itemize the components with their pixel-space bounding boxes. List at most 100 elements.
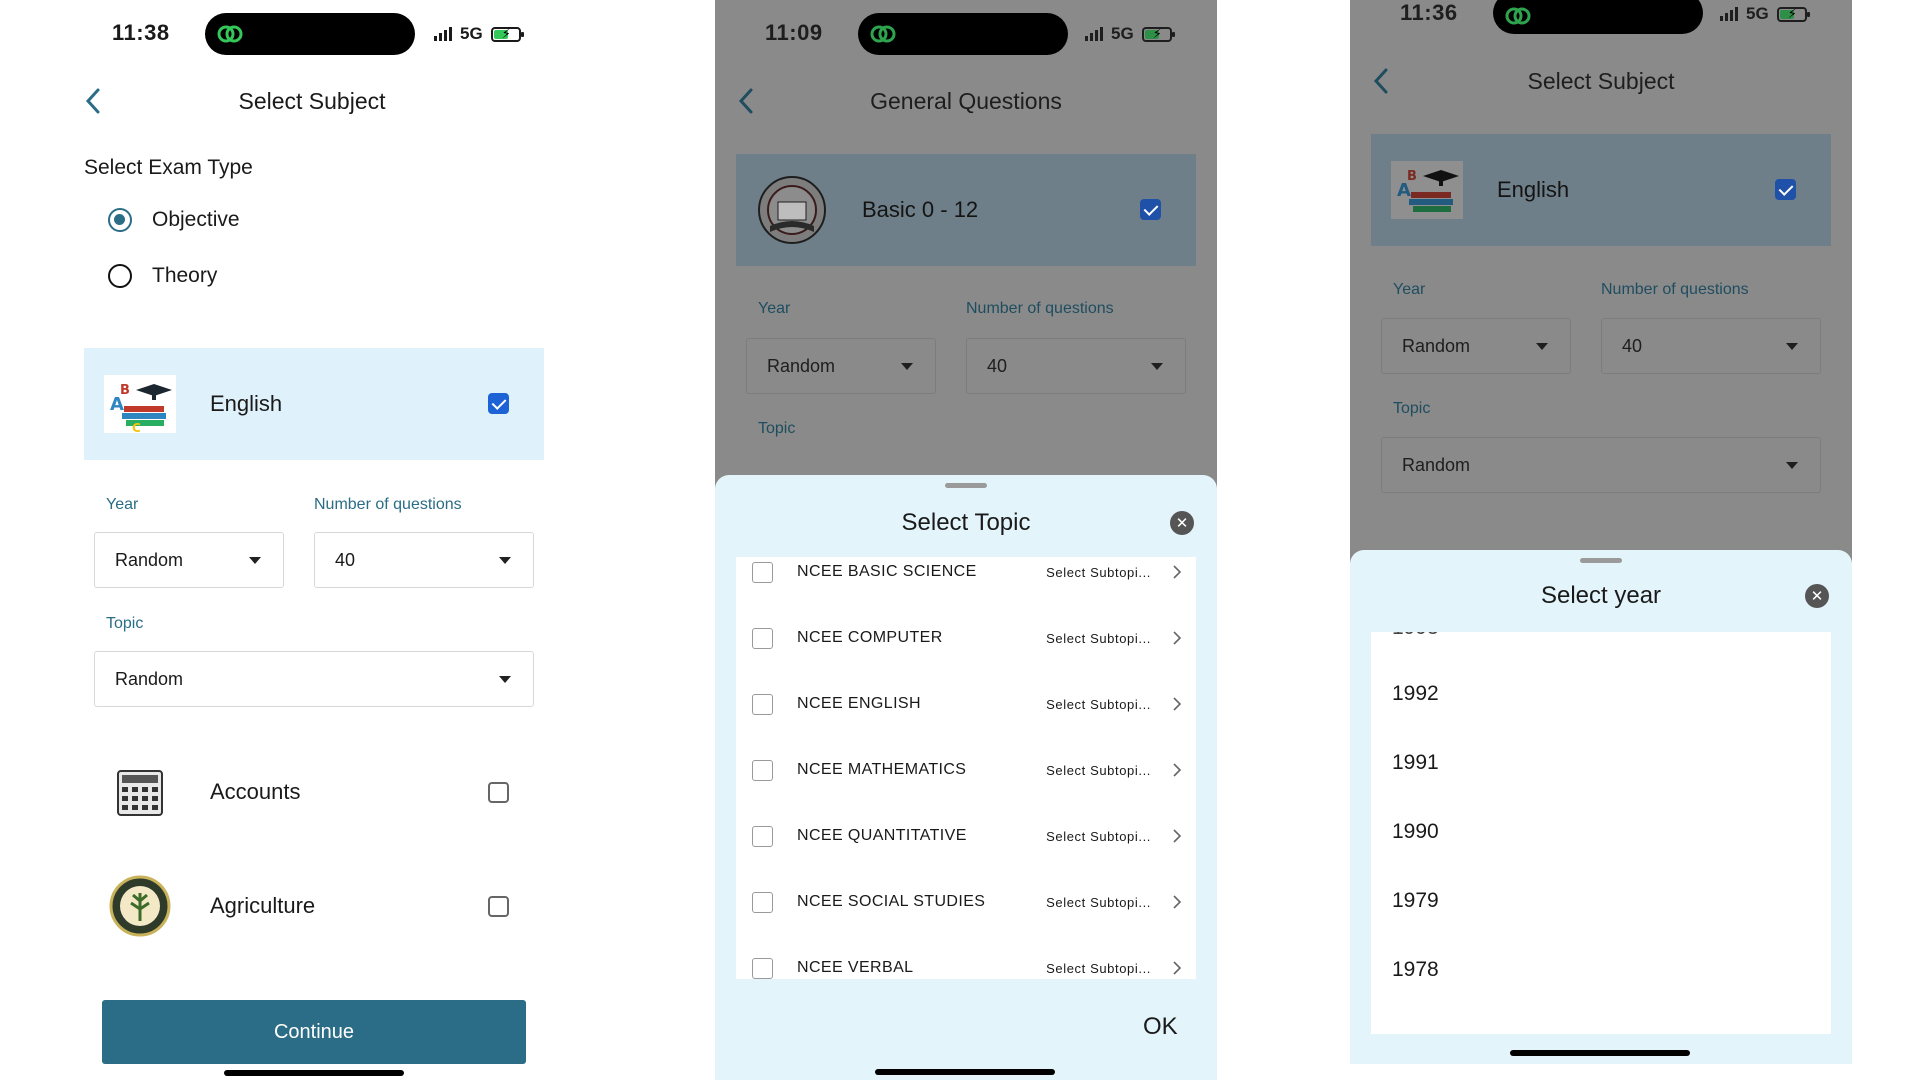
select-subtopic-link[interactable]: Select Subtopi... [1046,895,1151,910]
sheet-title: Select year [1540,582,1662,609]
close-icon[interactable]: ✕ [1170,511,1194,535]
subject-checkbox[interactable] [1140,199,1161,220]
subject-name: English [210,391,283,416]
continue-button[interactable]: Continue [102,1000,526,1064]
select-subtopic-link[interactable]: Select Subtopi... [1046,565,1151,580]
topic-checkbox[interactable] [752,759,773,781]
sheet-grabber[interactable] [945,483,987,488]
network-label: 5G [1111,24,1134,43]
year-item[interactable]: 1978 [1392,958,1439,982]
topic-checkbox[interactable] [752,561,773,583]
subject-card-english[interactable]: A B English [1371,134,1831,246]
chevron-right-icon[interactable] [1170,565,1184,579]
topic-row[interactable]: NCEE ENGLISH Select Subtopi... [736,671,1196,737]
status-right: 5G ⚡ [1085,24,1175,44]
year-item-partial[interactable]: 1993 [1392,632,1439,640]
topic-checkbox[interactable] [752,891,773,913]
topic-checkbox[interactable] [752,627,773,649]
questions-count-dropdown[interactable]: 40 [314,532,534,588]
close-icon[interactable]: ✕ [1805,584,1829,608]
topic-row[interactable]: NCEE COMPUTER Select Subtopi... [736,605,1196,671]
subject-card-english[interactable]: A B C English [84,348,544,460]
subject-checkbox[interactable] [488,393,509,414]
chevron-right-icon[interactable] [1170,961,1184,975]
dynamic-island [205,13,415,55]
questions-count-dropdown[interactable]: 40 [966,338,1186,394]
radio-objective[interactable]: Objective [108,208,240,232]
subject-card-accounts[interactable]: Accounts [84,752,544,832]
year-label: Year [106,496,139,513]
topic-checkbox[interactable] [752,957,773,979]
subject-checkbox[interactable] [488,896,509,917]
year-item[interactable]: 1991 [1392,751,1439,775]
year-dropdown[interactable]: Random [94,532,284,588]
signal-icon [1720,7,1738,21]
topic-dropdown[interactable]: Random [1381,437,1821,493]
radio-button[interactable] [108,264,132,288]
topic-row[interactable]: NCEE SOCIAL STUDIES Select Subtopi... [736,869,1196,935]
topic-checkbox[interactable] [752,825,773,847]
chevron-right-icon[interactable] [1170,829,1184,843]
status-bar: 11:36 5G ⚡ [1350,0,1852,70]
signal-icon [1085,27,1103,41]
status-right: 5G ⚡ [1720,4,1810,24]
chevron-right-icon[interactable] [1170,763,1184,777]
select-subtopic-link[interactable]: Select Subtopi... [1046,631,1151,646]
topic-row[interactable]: NCEE QUANTITATIVE Select Subtopi... [736,803,1196,869]
sheet-grabber[interactable] [1580,558,1622,563]
status-bar: 11:38 5G ⚡ [62,0,562,70]
select-subtopic-link[interactable]: Select Subtopi... [1046,961,1151,976]
subject-card-basic[interactable]: Basic 0 - 12 [736,154,1196,266]
page-title: General Questions [870,88,1062,114]
abc-books-icon: A B C [104,375,176,433]
subject-checkbox[interactable] [488,782,509,803]
year-item[interactable]: 1979 [1392,889,1439,913]
year-dropdown[interactable]: Random [746,338,936,394]
questions-count-label: Number of questions [1601,281,1749,298]
topic-name: NCEE MATHEMATICS [797,761,967,778]
abc-books-icon: A B [1391,161,1463,219]
topic-row[interactable]: NCEE VERBAL Select Subtopi... [736,935,1196,979]
year-dropdown[interactable]: Random [1381,318,1571,374]
radio-theory[interactable]: Theory [108,264,217,288]
sheet-title: Select Topic [901,509,1031,536]
topic-checkbox[interactable] [752,693,773,715]
topic-row[interactable]: NCEE MATHEMATICS Select Subtopi... [736,737,1196,803]
questions-count-dropdown[interactable]: 40 [1601,318,1821,374]
radio-button-selected[interactable] [108,208,132,232]
phone-general-questions: 11:09 5G ⚡ General Questions Basic 0 - 1… [715,0,1217,1080]
agriculture-seal-icon [104,875,176,937]
ok-button[interactable]: OK [1143,1013,1178,1041]
link-chain-icon [870,25,896,43]
network-label: 5G [1746,4,1769,23]
dropdown-value: Random [115,549,184,570]
chevron-right-icon[interactable] [1170,895,1184,909]
topic-name: NCEE BASIC SCIENCE [797,563,977,580]
topic-label: Topic [1393,400,1431,417]
chevron-right-icon[interactable] [1170,631,1184,645]
select-subtopic-link[interactable]: Select Subtopi... [1046,829,1151,844]
topic-dropdown[interactable]: Random [94,651,534,707]
caret-down-icon [1151,363,1163,370]
dropdown-value: Random [1402,454,1471,475]
signal-icon [434,27,452,41]
status-time: 11:09 [765,20,823,45]
subject-checkbox[interactable] [1775,179,1796,200]
calculator-icon [104,763,176,821]
home-indicator [1510,1050,1690,1056]
chevron-right-icon[interactable] [1170,697,1184,711]
battery-icon: ⚡ [490,26,524,42]
status-right: 5G ⚡ [434,24,524,44]
year-label: Year [758,300,791,317]
caret-down-icon [1536,343,1548,350]
year-item[interactable]: 1992 [1392,682,1439,706]
subject-card-agriculture[interactable]: Agriculture [84,866,544,946]
topic-row[interactable]: NCEE BASIC SCIENCE Select Subtopi... [736,557,1196,605]
select-subtopic-link[interactable]: Select Subtopi... [1046,697,1151,712]
year-item[interactable]: 1990 [1392,820,1439,844]
phone-select-subject: 11:38 5G ⚡ Select Subject Select Exam Ty… [62,0,562,1080]
select-subtopic-link[interactable]: Select Subtopi... [1046,763,1151,778]
status-time: 11:38 [112,20,170,45]
dynamic-island [858,13,1068,55]
dropdown-value: 40 [1622,335,1643,356]
